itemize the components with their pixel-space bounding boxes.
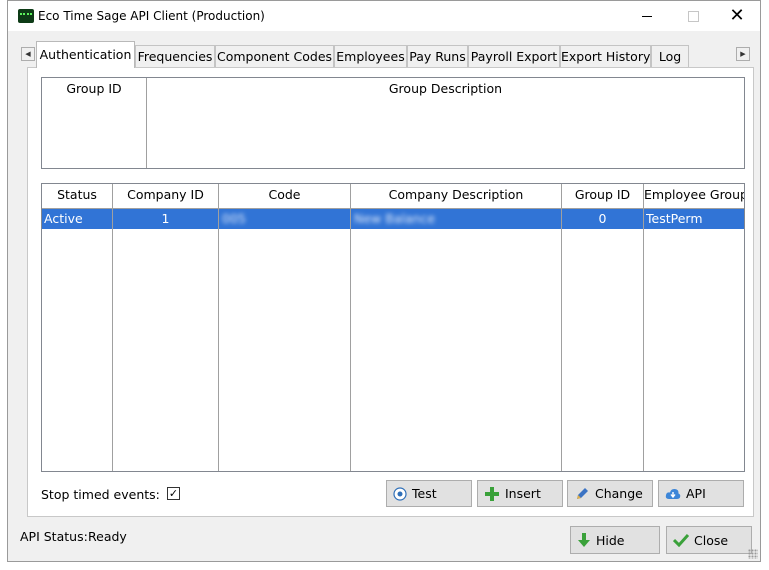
api-status-label: API Status: <box>20 529 88 544</box>
column-header-code[interactable]: Code <box>219 184 350 208</box>
cell-company-description: New Balance <box>354 211 436 226</box>
cell-status: Active <box>44 211 83 226</box>
tab-scroll-right-button[interactable]: ▶ <box>736 47 750 61</box>
cell-group-id: 0 <box>598 211 607 226</box>
chevron-right-icon: ▶ <box>740 50 746 58</box>
hide-button[interactable]: Hide <box>570 526 660 554</box>
close-button-label: Close <box>694 532 729 548</box>
maximize-button[interactable] <box>670 1 716 31</box>
column-divider <box>218 184 219 471</box>
tab-export-history[interactable]: Export History <box>560 45 651 67</box>
column-header-group-id[interactable]: Group ID <box>562 184 643 208</box>
window-title: Eco Time Sage API Client (Production) <box>38 9 265 23</box>
hide-button-label: Hide <box>596 532 625 548</box>
column-header-group-id[interactable]: Group ID <box>42 78 146 102</box>
cell-employee-group: TestPerm <box>646 211 703 226</box>
resize-grip[interactable] <box>748 549 758 559</box>
minimize-button[interactable] <box>624 1 670 31</box>
title-bar[interactable]: Eco Time Sage API Client (Production) ✕ <box>8 1 760 31</box>
column-header-employee-group[interactable]: Employee Group <box>644 184 744 208</box>
column-header-company-id[interactable]: Company ID <box>113 184 218 208</box>
tab-frequencies[interactable]: Frequencies <box>135 45 215 67</box>
api-status-value: Ready <box>88 529 127 544</box>
plus-icon <box>484 486 500 502</box>
checkmark-icon <box>673 533 689 547</box>
close-icon: ✕ <box>729 5 745 26</box>
change-button-label: Change <box>595 486 643 501</box>
column-divider <box>112 184 113 471</box>
tab-authentication[interactable]: Authentication <box>36 41 135 68</box>
app-window: Eco Time Sage API Client (Production) ✕ … <box>7 0 761 562</box>
cell-company-id: 1 <box>161 211 170 226</box>
close-button[interactable]: Close <box>666 526 752 554</box>
change-button[interactable]: Change <box>567 480 653 507</box>
chevron-left-icon: ◀ <box>25 50 31 58</box>
stop-timed-events-label: Stop timed events: <box>41 487 160 502</box>
tab-employees[interactable]: Employees <box>334 45 407 67</box>
column-divider <box>146 78 147 168</box>
insert-button-label: Insert <box>505 486 541 501</box>
close-window-button[interactable]: ✕ <box>714 1 760 31</box>
column-divider <box>561 184 562 471</box>
tab-component-codes[interactable]: Component Codes <box>215 45 334 67</box>
api-button[interactable]: API <box>658 480 744 507</box>
minimize-icon <box>642 15 652 17</box>
tab-payroll-export[interactable]: Payroll Export <box>468 45 560 67</box>
test-button[interactable]: Test <box>386 480 472 507</box>
tab-pay-runs[interactable]: Pay Runs <box>407 45 468 67</box>
pencil-icon <box>574 486 590 502</box>
column-header-group-description[interactable]: Group Description <box>147 78 744 102</box>
column-divider <box>350 184 351 471</box>
radio-target-icon <box>393 486 407 501</box>
column-header-status[interactable]: Status <box>42 184 112 208</box>
arrow-down-icon <box>577 532 591 548</box>
column-header-company-description[interactable]: Company Description <box>351 184 561 208</box>
authentication-tab-page: Group ID Group Description Status Compan… <box>27 67 754 517</box>
column-divider <box>643 184 644 471</box>
insert-button[interactable]: Insert <box>477 480 563 507</box>
table-row[interactable]: Active 1 005 New Balance 0 TestPerm <box>42 209 744 229</box>
api-button-label: API <box>686 486 706 501</box>
test-button-label: Test <box>412 486 437 501</box>
tab-scroll-left-button[interactable]: ◀ <box>21 47 35 61</box>
cell-code: 005 <box>222 211 246 226</box>
companies-table[interactable]: Status Company ID Code Company Descripti… <box>41 183 745 472</box>
groups-table[interactable]: Group ID Group Description <box>41 77 745 169</box>
cloud-download-icon <box>665 487 681 501</box>
tab-log[interactable]: Log <box>651 45 689 67</box>
maximize-icon <box>687 10 699 22</box>
app-logo-icon <box>18 9 34 23</box>
stop-timed-events-checkbox[interactable]: ✓ <box>167 487 180 500</box>
